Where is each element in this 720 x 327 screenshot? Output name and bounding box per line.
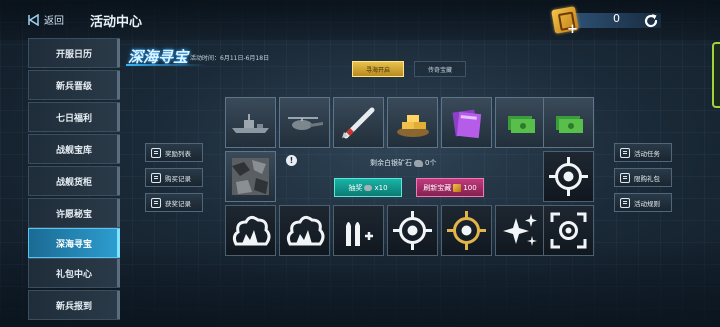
sidebar-item-deep-sea[interactable]: 深海寻宝 — [28, 228, 120, 258]
explosion-icon — [286, 215, 325, 246]
sidebar-item-label: 新兵晋级 — [55, 81, 92, 92]
sidebar-item-gift-center[interactable]: 礼包中心 — [28, 258, 120, 288]
camouflage-paint-icon — [232, 158, 269, 195]
title-underline — [126, 64, 206, 66]
sidebar-item-label: 七日福利 — [55, 113, 92, 124]
tab-treasure-open[interactable]: 寻海开启 — [352, 61, 404, 77]
remaining-value: 0个 — [425, 159, 437, 167]
top-bar: 返回 活动中心 + 0 — [0, 0, 720, 40]
win-record-label: 获奖记录 — [165, 199, 191, 208]
sidebar-item-label: 新兵报到 — [55, 301, 92, 312]
sidebar-item-label: 战舰货柜 — [55, 177, 92, 188]
sidebar-item-label: 许愿秘宝 — [55, 209, 92, 220]
sidebar: 开服日历 新兵晋级 七日福利 战舰宝库 战舰货柜 许愿秘宝 深海寻宝 礼包中心 … — [28, 38, 120, 320]
reward-cell[interactable] — [333, 97, 384, 148]
sidebar-item-promotion[interactable]: 新兵晋级 — [28, 70, 120, 100]
refresh-icon[interactable] — [642, 12, 660, 30]
treasure-card-icon — [453, 183, 462, 192]
sidebar-item-wish-treasure[interactable]: 许愿秘宝 — [28, 198, 120, 228]
win-record-button[interactable]: 获奖记录 — [145, 193, 203, 212]
sidebar-item-warship-container[interactable]: 战舰货柜 — [28, 166, 120, 196]
green-cash-icon — [508, 116, 535, 133]
info-icon[interactable]: ! — [286, 155, 297, 166]
win-record-icon — [151, 197, 161, 208]
draw-cost: x10 — [374, 183, 388, 192]
event-rules-button[interactable]: 活动规则 — [614, 193, 672, 212]
reward-list-icon — [151, 147, 161, 158]
back-arrow-icon — [28, 13, 39, 26]
remaining-label: 剩余白银矿石 — [370, 159, 412, 167]
explosion-icon — [232, 215, 271, 246]
task-icon — [620, 147, 630, 158]
event-task-label: 活动任务 — [634, 149, 660, 158]
sidebar-item-label: 深海寻宝 — [55, 239, 92, 250]
reward-list-label: 奖励列表 — [165, 149, 191, 158]
draw-label: 抽奖 — [348, 183, 363, 192]
purchase-record-button[interactable]: 购买记录 — [145, 168, 203, 187]
purchase-record-icon — [151, 172, 161, 183]
side-handle[interactable] — [712, 42, 720, 108]
reward-cell[interactable] — [225, 205, 276, 256]
sparkle-icon — [503, 214, 537, 246]
refresh-label: 刷新宝藏 — [423, 183, 452, 192]
ammo-plus-icon — [346, 222, 373, 246]
purple-books-icon — [452, 109, 482, 139]
purchase-record-label: 购买记录 — [165, 174, 191, 183]
sidebar-item-seven-day[interactable]: 七日福利 — [28, 102, 120, 132]
target-reticle-icon — [393, 211, 432, 250]
reward-cell[interactable] — [387, 97, 438, 148]
back-label: 返回 — [44, 16, 64, 27]
event-time: 活动时间：6月11日-6月18日 — [190, 55, 270, 62]
draw-button[interactable]: 抽奖 x10 — [334, 178, 402, 197]
reward-list-button[interactable]: 奖励列表 — [145, 143, 203, 162]
helicopter-icon — [288, 117, 323, 130]
reward-cell[interactable] — [387, 205, 438, 256]
refresh-treasure-button[interactable]: 刷新宝藏 100 — [416, 178, 484, 197]
event-task-button[interactable]: 活动任务 — [614, 143, 672, 162]
reward-cell[interactable] — [225, 97, 276, 148]
reward-cell[interactable] — [543, 97, 594, 148]
lock-on-icon — [550, 212, 587, 249]
sidebar-item-recruit[interactable]: 新兵报到 — [28, 290, 120, 320]
warship-icon — [232, 114, 269, 133]
reward-cell[interactable] — [543, 205, 594, 256]
limited-gift-button[interactable]: 限购礼包 — [614, 168, 672, 187]
reward-cell[interactable] — [279, 205, 330, 256]
reward-cell[interactable] — [495, 97, 546, 148]
currency-value: 0 — [613, 12, 620, 25]
back-button[interactable]: 返回 — [28, 12, 64, 27]
reward-cell[interactable] — [441, 97, 492, 148]
page-title: 活动中心 — [90, 15, 143, 30]
reward-cell[interactable] — [441, 205, 492, 256]
silver-ore-icon — [364, 184, 373, 191]
green-cash-icon — [556, 116, 583, 133]
remaining-ore: 剩余白银矿石 0个 — [370, 158, 436, 168]
reward-cell[interactable] — [333, 205, 384, 256]
reward-cell[interactable] — [543, 151, 594, 202]
sidebar-item-label: 礼包中心 — [55, 269, 92, 280]
reward-cell[interactable] — [225, 151, 276, 202]
gold-bars-icon — [397, 115, 429, 137]
missile-icon — [342, 107, 375, 139]
reward-cell[interactable] — [279, 97, 330, 148]
sidebar-item-label: 开服日历 — [55, 49, 92, 60]
event-rules-label: 活动规则 — [634, 199, 660, 208]
reward-cell[interactable] — [495, 205, 546, 256]
refresh-cost: 100 — [463, 183, 477, 192]
sidebar-item-label: 战舰宝库 — [55, 145, 92, 156]
tab-legend-treasure[interactable]: 传奇宝藏 — [414, 61, 466, 77]
silver-ore-icon — [414, 159, 423, 167]
limited-gift-label: 限购礼包 — [634, 174, 660, 183]
gold-target-icon — [447, 211, 486, 250]
target-reticle-icon — [549, 157, 588, 196]
sidebar-item-warship-vault[interactable]: 战舰宝库 — [28, 134, 120, 164]
rules-icon — [620, 197, 630, 208]
gift-icon — [620, 172, 630, 183]
add-currency-button[interactable]: + — [567, 22, 578, 37]
sidebar-item-calendar[interactable]: 开服日历 — [28, 38, 120, 68]
